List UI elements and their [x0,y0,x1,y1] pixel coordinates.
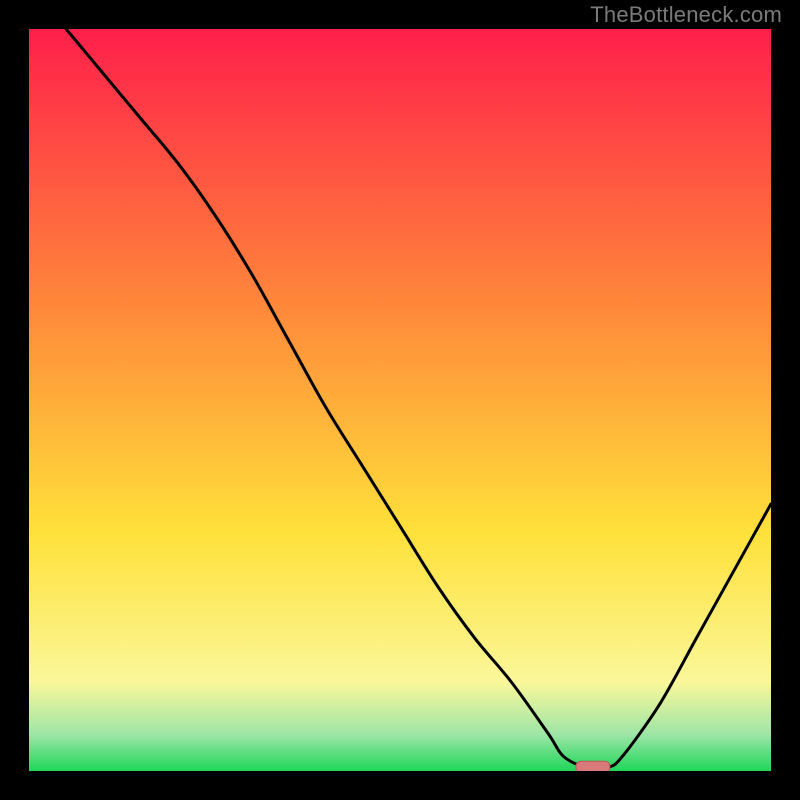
chart-svg [29,29,771,771]
chart-frame: TheBottleneck.com [0,0,800,800]
optimal-marker [576,761,610,771]
watermark-text: TheBottleneck.com [590,2,782,28]
gradient-background [29,29,771,771]
plot-area [29,29,771,771]
